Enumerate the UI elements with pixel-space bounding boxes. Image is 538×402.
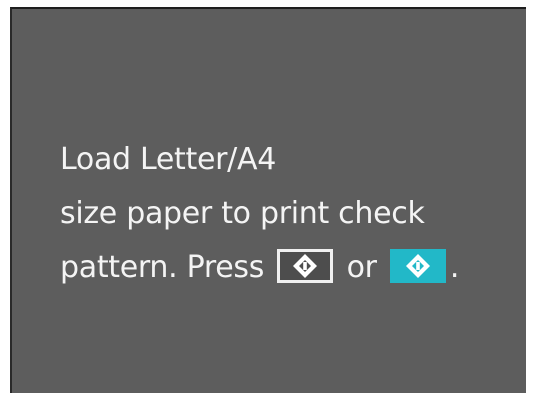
message-line-3: pattern. Press or . xyxy=(60,241,520,295)
lcd-screen: Load Letter/A4 size paper to print check… xyxy=(10,7,526,393)
or-text: or xyxy=(346,250,377,285)
bw-start-diamond-icon xyxy=(293,253,318,278)
bw-start-button-icon xyxy=(277,248,334,283)
message-line-1: Load Letter/A4 xyxy=(60,142,276,177)
message-line-3-prefix: pattern. Press xyxy=(60,250,265,285)
sentence-period: . xyxy=(449,250,460,285)
color-start-button-icon xyxy=(389,248,446,283)
message-line-2: size paper to print check xyxy=(60,196,425,231)
instruction-message: Load Letter/A4 size paper to print check… xyxy=(60,133,520,295)
color-start-diamond-icon xyxy=(405,253,430,278)
